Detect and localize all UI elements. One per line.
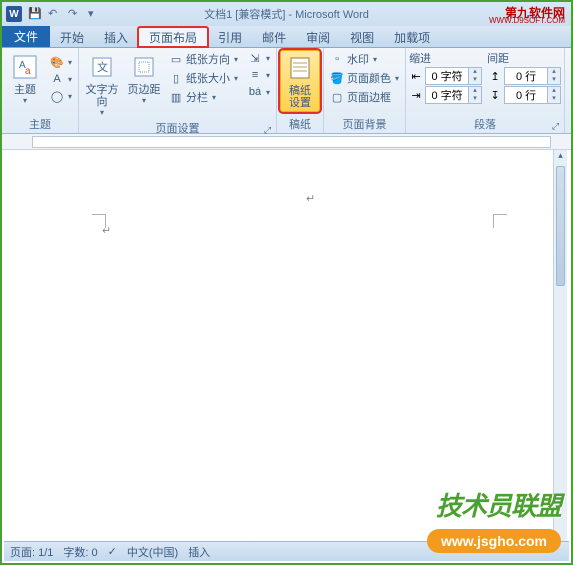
theme-fonts-button[interactable]: A▾: [47, 71, 75, 87]
themes-icon: Aa: [10, 52, 40, 82]
indent-header: 缩进: [409, 50, 431, 66]
spacing-header: 间距: [487, 50, 509, 66]
chevron-down-icon: ▾: [23, 96, 27, 105]
save-icon[interactable]: 💾: [28, 7, 42, 21]
orientation-icon: ▭: [169, 52, 183, 66]
size-icon: ▯: [169, 71, 183, 85]
group-label-themes: 主题: [5, 115, 75, 133]
tab-home[interactable]: 开始: [50, 27, 94, 47]
svg-text:文: 文: [97, 60, 108, 74]
tab-references[interactable]: 引用: [208, 27, 252, 47]
cursor-mark-icon: ↵: [102, 224, 111, 237]
window-title: 文档1 [兼容模式] - Microsoft Word: [204, 6, 369, 22]
colors-icon: 🎨: [50, 55, 64, 69]
margins-button[interactable]: 页边距▾: [124, 50, 164, 107]
page-color-button[interactable]: 🪣页面颜色▾: [327, 69, 402, 87]
space-before-spinner[interactable]: ▴▾: [504, 67, 561, 85]
group-label-page-background: 页面背景: [327, 115, 402, 133]
status-insert-mode[interactable]: 插入: [188, 544, 210, 560]
theme-effects-button[interactable]: ◯▾: [47, 88, 75, 104]
redo-icon[interactable]: ↷: [68, 7, 82, 21]
line-numbers-button[interactable]: ≡▾: [245, 67, 273, 83]
scroll-down-icon[interactable]: ▾: [554, 499, 567, 513]
indent-left-icon: ⇤: [409, 69, 423, 83]
hyphenation-icon: bẚ: [248, 85, 262, 99]
tab-file[interactable]: 文件: [2, 25, 50, 47]
group-page-background: ▫水印▾ 🪣页面颜色▾ ▢页面边框 页面背景: [324, 48, 406, 133]
tab-mailings[interactable]: 邮件: [252, 27, 296, 47]
group-arrange: 排列▾: [565, 48, 573, 133]
effects-icon: ◯: [50, 89, 64, 103]
text-direction-icon: 文: [87, 52, 117, 82]
text-direction-button[interactable]: 文 文字方向▾: [82, 50, 122, 119]
space-after-spinner[interactable]: ▴▾: [504, 86, 561, 104]
qat-dropdown-icon[interactable]: ▾: [88, 7, 102, 21]
group-manuscript: 稿纸 设置 稿纸: [277, 48, 324, 133]
size-button[interactable]: ▯纸张大小▾: [166, 69, 241, 87]
ribbon-tabs: 文件 开始 插入 页面布局 引用 邮件 审阅 视图 加载项: [2, 26, 571, 48]
paragraph-launcher[interactable]: ⤢: [552, 121, 559, 132]
ribbon: Aa 主题 ▾ 🎨▾ A▾ ◯▾ 主题 文 文字方向▾ 页边距▾: [2, 48, 571, 134]
columns-icon: ▥: [169, 90, 183, 104]
orientation-button[interactable]: ▭纸张方向▾: [166, 50, 241, 68]
status-proofing-icon[interactable]: ✓: [108, 545, 117, 558]
page: ↵ ↵: [16, 156, 543, 541]
page-borders-button[interactable]: ▢页面边框: [327, 88, 402, 106]
theme-colors-button[interactable]: 🎨▾: [47, 54, 75, 70]
word-app-icon: W: [6, 6, 22, 22]
tab-page-layout[interactable]: 页面布局: [138, 27, 208, 47]
arrange-button[interactable]: 排列▾: [568, 50, 573, 107]
group-page-setup: 文 文字方向▾ 页边距▾ ▭纸张方向▾ ▯纸张大小▾ ▥分栏▾ ⇲▾ ≡▾ bẚ…: [79, 48, 277, 133]
group-themes: Aa 主题 ▾ 🎨▾ A▾ ◯▾ 主题: [2, 48, 79, 133]
manuscript-icon: [285, 53, 315, 83]
space-after-icon: ↧: [488, 88, 502, 102]
group-label-paragraph: 段落⤢: [409, 115, 561, 133]
paragraph-mark-icon: ↵: [306, 192, 315, 205]
watermark-icon: ▫: [330, 52, 344, 66]
horizontal-ruler[interactable]: [2, 134, 571, 150]
tab-view[interactable]: 视图: [340, 27, 384, 47]
group-paragraph: 缩进 间距 ⇤▴▾ ⇥▴▾ ↥▴▾ ↧▴▾ 段落⤢: [406, 48, 565, 133]
crop-mark-tr: [493, 214, 507, 228]
tab-addins[interactable]: 加载项: [384, 27, 440, 47]
group-label-manuscript: 稿纸: [280, 115, 320, 133]
breaks-icon: ⇲: [248, 51, 262, 65]
indent-right-spinner[interactable]: ▴▾: [425, 86, 482, 104]
svg-text:a: a: [25, 66, 31, 77]
watermark-url: WWW.D9SOFT.COM: [489, 16, 565, 25]
status-page[interactable]: 页面: 1/1: [10, 544, 53, 560]
themes-button[interactable]: Aa 主题 ▾: [5, 50, 45, 107]
undo-icon[interactable]: ↶: [48, 7, 62, 21]
scroll-thumb[interactable]: [556, 166, 565, 286]
scroll-up-icon[interactable]: ▴: [554, 150, 567, 164]
fonts-icon: A: [50, 72, 64, 86]
manuscript-settings-button[interactable]: 稿纸 设置: [280, 50, 320, 112]
status-words[interactable]: 字数: 0: [63, 544, 97, 560]
indent-left-spinner[interactable]: ▴▾: [425, 67, 482, 85]
indent-right-icon: ⇥: [409, 88, 423, 102]
watermark-button[interactable]: ▫水印▾: [327, 50, 402, 68]
breaks-button[interactable]: ⇲▾: [245, 50, 273, 66]
page-color-icon: 🪣: [330, 71, 344, 85]
document-area[interactable]: ↵ ↵: [6, 150, 553, 541]
margins-icon: [129, 52, 159, 82]
hyphenation-button[interactable]: bẚ▾: [245, 84, 273, 100]
line-numbers-icon: ≡: [248, 68, 262, 82]
status-language[interactable]: 中文(中国): [127, 544, 178, 560]
vertical-scrollbar[interactable]: ▴ ▾: [553, 150, 567, 541]
space-before-icon: ↥: [488, 69, 502, 83]
status-bar: 页面: 1/1 字数: 0 ✓ 中文(中国) 插入: [4, 541, 569, 561]
tab-insert[interactable]: 插入: [94, 27, 138, 47]
tab-review[interactable]: 审阅: [296, 27, 340, 47]
columns-button[interactable]: ▥分栏▾: [166, 88, 241, 106]
page-border-icon: ▢: [330, 90, 344, 104]
